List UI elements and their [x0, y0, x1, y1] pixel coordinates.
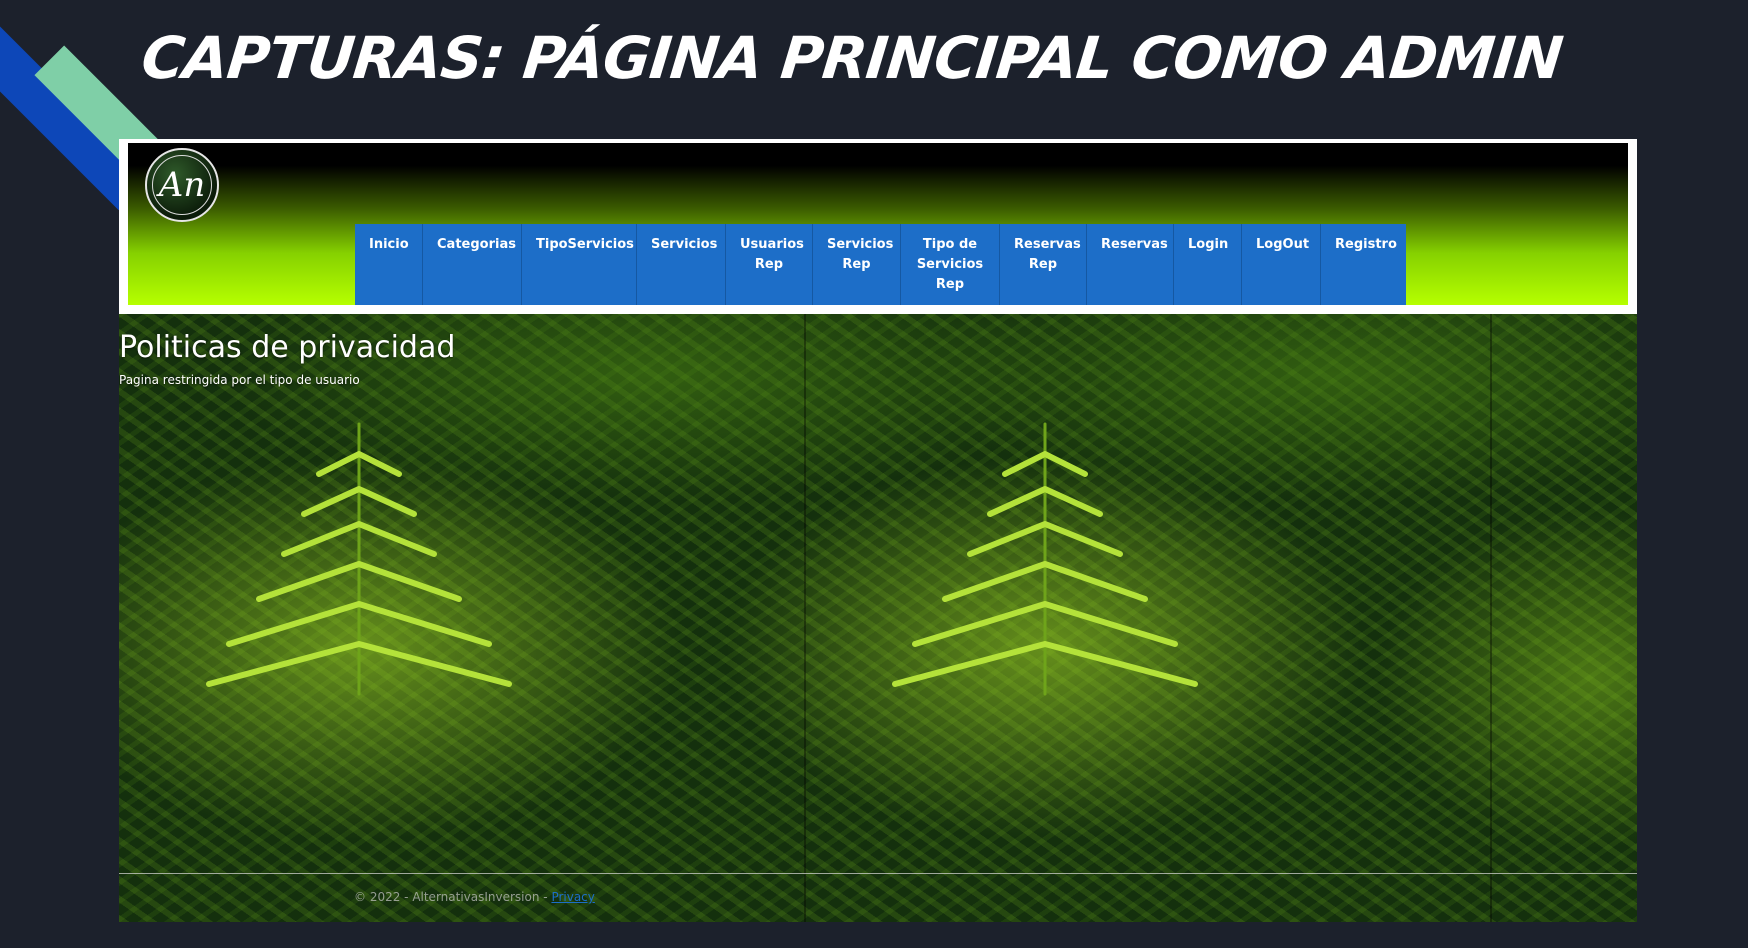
logo-monogram: An	[158, 165, 206, 205]
fern-background-image	[206, 314, 1492, 922]
nav-item-servicios[interactable]: Servicios	[637, 224, 726, 305]
page-content: Politicas de privacidad Pagina restringi…	[119, 314, 1637, 922]
footer-copyright: © 2022 - AlternativasInversion -	[354, 890, 552, 904]
nav-item-reservas-rep[interactable]: Reservas Rep	[1000, 224, 1087, 305]
nav-item-login[interactable]: Login	[1174, 224, 1242, 305]
nav-item-servicios-rep[interactable]: Servicios Rep	[813, 224, 901, 305]
privacy-link[interactable]: Privacy	[551, 890, 594, 904]
fern-left	[206, 422, 512, 696]
page-title: Politicas de privacidad	[119, 330, 456, 365]
site-header: An Inicio Categorias TipoServicios Servi…	[119, 139, 1637, 314]
header-gradient-bar: An Inicio Categorias TipoServicios Servi…	[128, 143, 1628, 305]
nav-item-usuarios-rep[interactable]: Usuarios Rep	[726, 224, 813, 305]
website-screenshot: An Inicio Categorias TipoServicios Servi…	[119, 139, 1637, 922]
nav-item-registro[interactable]: Registro	[1321, 224, 1406, 305]
nav-item-tipo-servicios-rep[interactable]: Tipo de Servicios Rep	[901, 224, 1000, 305]
site-logo[interactable]: An	[145, 148, 219, 222]
main-nav: Inicio Categorias TipoServicios Servicio…	[355, 224, 1406, 305]
nav-item-categorias[interactable]: Categorias	[423, 224, 522, 305]
slide-title: CAPTURAS: PÁGINA PRINCIPAL COMO ADMIN	[138, 24, 1566, 92]
nav-item-reservas[interactable]: Reservas	[1087, 224, 1174, 305]
fern-center	[892, 422, 1198, 696]
nav-item-inicio[interactable]: Inicio	[355, 224, 423, 305]
site-footer: © 2022 - AlternativasInversion - Privacy	[354, 890, 595, 904]
footer-divider	[119, 873, 1637, 874]
page-subtitle: Pagina restringida por el tipo de usuari…	[119, 373, 360, 387]
nav-item-logout[interactable]: LogOut	[1242, 224, 1321, 305]
nav-item-tiposervicios[interactable]: TipoServicios	[522, 224, 637, 305]
